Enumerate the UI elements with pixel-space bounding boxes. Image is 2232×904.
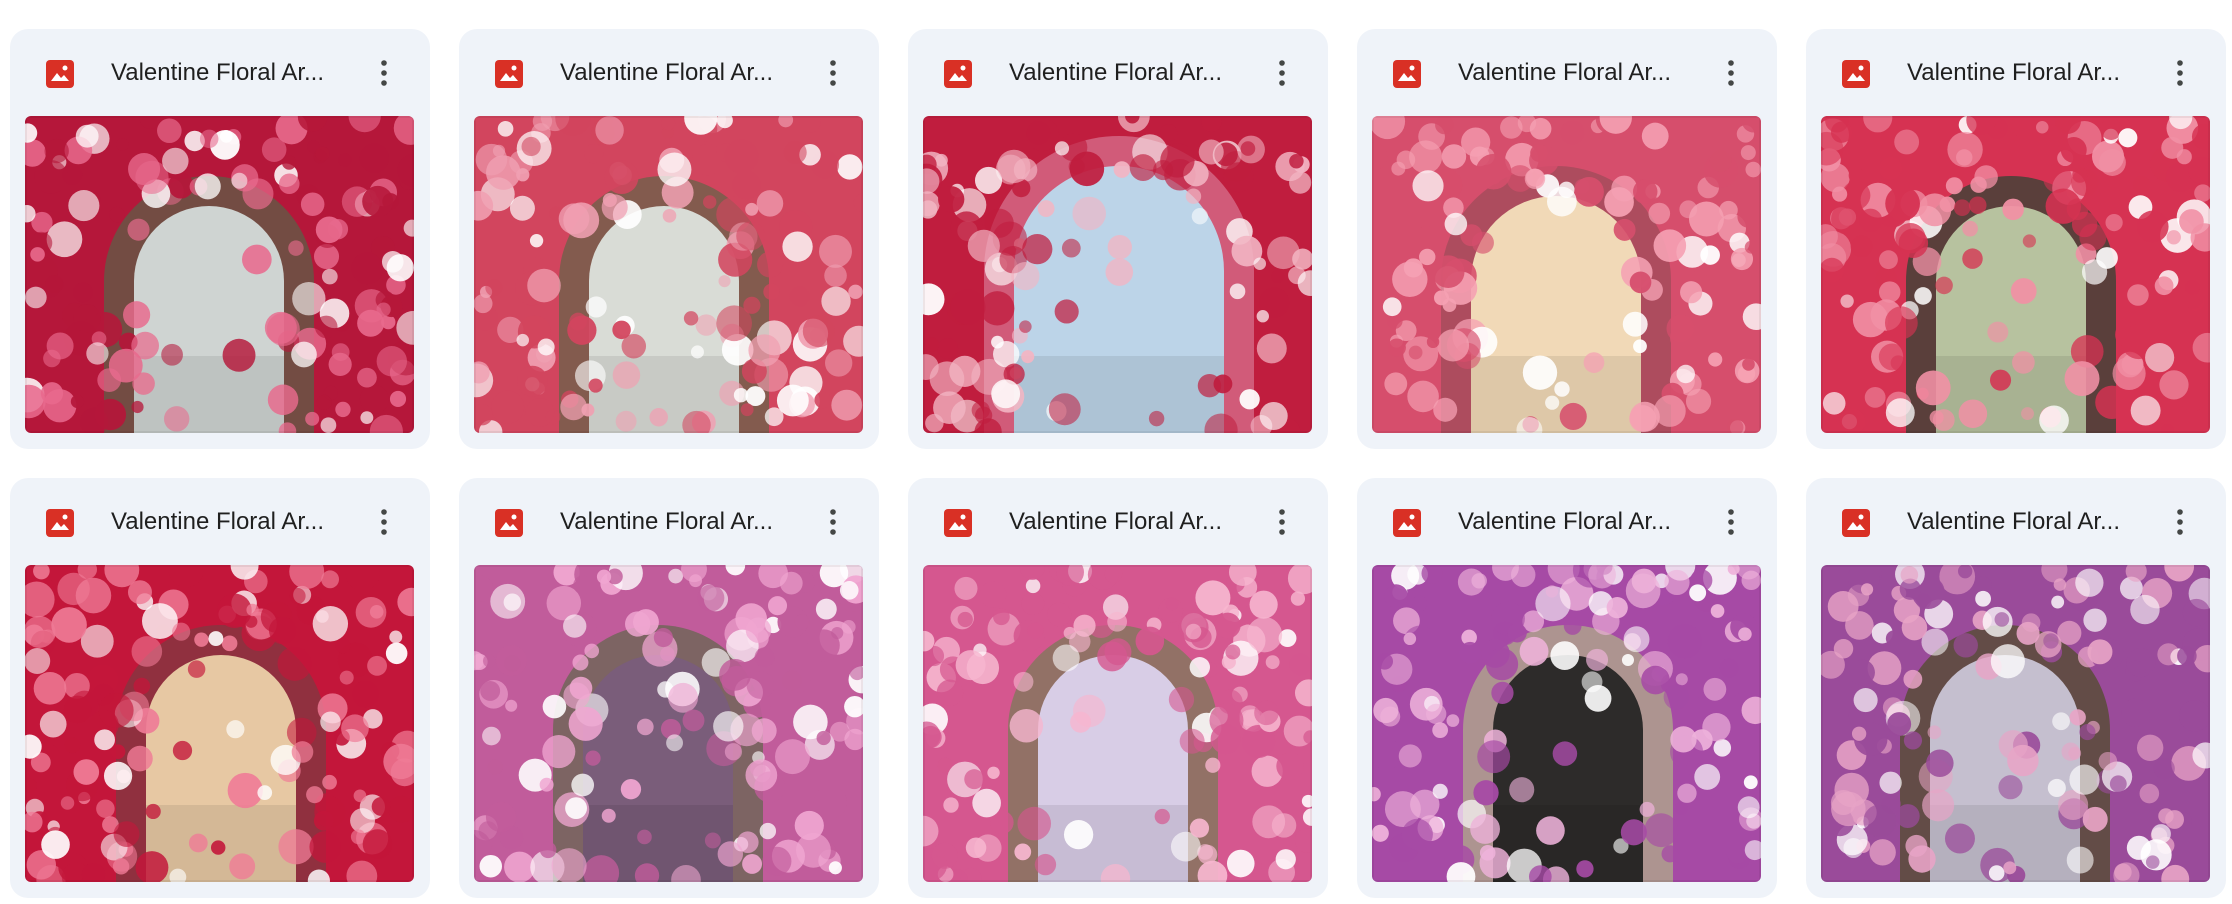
file-grid: Valentine Floral Ar... Valentine Floral A… bbox=[10, 29, 2226, 898]
image-file-icon bbox=[942, 507, 974, 539]
more-actions-button[interactable] bbox=[811, 500, 855, 544]
image-file-icon bbox=[1391, 507, 1423, 539]
file-card[interactable]: Valentine Floral Ar... bbox=[908, 29, 1328, 449]
more-vert-icon bbox=[2177, 509, 2183, 535]
file-title: Valentine Floral Ar... bbox=[1009, 59, 1222, 86]
file-thumbnail[interactable] bbox=[25, 565, 414, 882]
file-thumbnail[interactable] bbox=[923, 565, 1312, 882]
file-thumbnail[interactable] bbox=[1821, 565, 2210, 882]
more-actions-button[interactable] bbox=[1709, 51, 1753, 95]
file-thumbnail[interactable] bbox=[923, 116, 1312, 433]
thumbnail-art bbox=[923, 116, 1312, 433]
file-card[interactable]: Valentine Floral Ar... bbox=[10, 29, 430, 449]
more-actions-button[interactable] bbox=[2158, 500, 2202, 544]
file-title: Valentine Floral Ar... bbox=[1907, 508, 2120, 535]
file-title: Valentine Floral Ar... bbox=[1907, 59, 2120, 86]
file-card-header: Valentine Floral Ar... bbox=[459, 29, 879, 117]
more-actions-button[interactable] bbox=[1260, 51, 1304, 95]
file-card-header: Valentine Floral Ar... bbox=[908, 478, 1328, 566]
file-card-header: Valentine Floral Ar... bbox=[1357, 478, 1777, 566]
file-thumbnail[interactable] bbox=[25, 116, 414, 433]
file-card[interactable]: Valentine Floral Ar... bbox=[1806, 478, 2226, 898]
file-card[interactable]: Valentine Floral Ar... bbox=[10, 478, 430, 898]
file-title: Valentine Floral Ar... bbox=[111, 59, 324, 86]
file-card-header: Valentine Floral Ar... bbox=[1806, 29, 2226, 117]
thumbnail-art bbox=[474, 116, 863, 433]
image-file-icon bbox=[493, 58, 525, 90]
file-card-header: Valentine Floral Ar... bbox=[10, 478, 430, 566]
file-thumbnail[interactable] bbox=[474, 116, 863, 433]
file-card-header: Valentine Floral Ar... bbox=[10, 29, 430, 117]
file-title: Valentine Floral Ar... bbox=[1458, 59, 1671, 86]
file-thumbnail[interactable] bbox=[1372, 565, 1761, 882]
thumbnail-art bbox=[25, 565, 414, 882]
thumbnail-art bbox=[923, 565, 1312, 882]
file-title: Valentine Floral Ar... bbox=[560, 508, 773, 535]
more-vert-icon bbox=[2177, 60, 2183, 86]
thumbnail-art bbox=[1372, 565, 1761, 882]
more-vert-icon bbox=[381, 509, 387, 535]
image-file-icon bbox=[44, 507, 76, 539]
more-actions-button[interactable] bbox=[1260, 500, 1304, 544]
more-actions-button[interactable] bbox=[1709, 500, 1753, 544]
more-vert-icon bbox=[830, 509, 836, 535]
file-card[interactable]: Valentine Floral Ar... bbox=[459, 478, 879, 898]
more-vert-icon bbox=[1279, 509, 1285, 535]
file-card-header: Valentine Floral Ar... bbox=[459, 478, 879, 566]
more-vert-icon bbox=[1279, 60, 1285, 86]
file-card-header: Valentine Floral Ar... bbox=[908, 29, 1328, 117]
file-card[interactable]: Valentine Floral Ar... bbox=[1806, 29, 2226, 449]
file-title: Valentine Floral Ar... bbox=[111, 508, 324, 535]
thumbnail-art bbox=[25, 116, 414, 433]
thumbnail-art bbox=[474, 565, 863, 882]
thumbnail-art bbox=[1372, 116, 1761, 433]
more-actions-button[interactable] bbox=[811, 51, 855, 95]
more-actions-button[interactable] bbox=[2158, 51, 2202, 95]
thumbnail-art bbox=[1821, 565, 2210, 882]
file-card[interactable]: Valentine Floral Ar... bbox=[1357, 478, 1777, 898]
more-vert-icon bbox=[381, 60, 387, 86]
more-actions-button[interactable] bbox=[362, 500, 406, 544]
image-file-icon bbox=[1840, 58, 1872, 90]
image-file-icon bbox=[44, 58, 76, 90]
file-title: Valentine Floral Ar... bbox=[560, 59, 773, 86]
file-card-header: Valentine Floral Ar... bbox=[1357, 29, 1777, 117]
thumbnail-art bbox=[1821, 116, 2210, 433]
image-file-icon bbox=[493, 507, 525, 539]
file-thumbnail[interactable] bbox=[1372, 116, 1761, 433]
file-title: Valentine Floral Ar... bbox=[1458, 508, 1671, 535]
more-vert-icon bbox=[1728, 60, 1734, 86]
file-card-header: Valentine Floral Ar... bbox=[1806, 478, 2226, 566]
file-card[interactable]: Valentine Floral Ar... bbox=[1357, 29, 1777, 449]
more-actions-button[interactable] bbox=[362, 51, 406, 95]
image-file-icon bbox=[942, 58, 974, 90]
file-thumbnail[interactable] bbox=[474, 565, 863, 882]
more-vert-icon bbox=[830, 60, 836, 86]
image-file-icon bbox=[1391, 58, 1423, 90]
file-card[interactable]: Valentine Floral Ar... bbox=[459, 29, 879, 449]
file-thumbnail[interactable] bbox=[1821, 116, 2210, 433]
image-file-icon bbox=[1840, 507, 1872, 539]
more-vert-icon bbox=[1728, 509, 1734, 535]
file-card[interactable]: Valentine Floral Ar... bbox=[908, 478, 1328, 898]
file-title: Valentine Floral Ar... bbox=[1009, 508, 1222, 535]
